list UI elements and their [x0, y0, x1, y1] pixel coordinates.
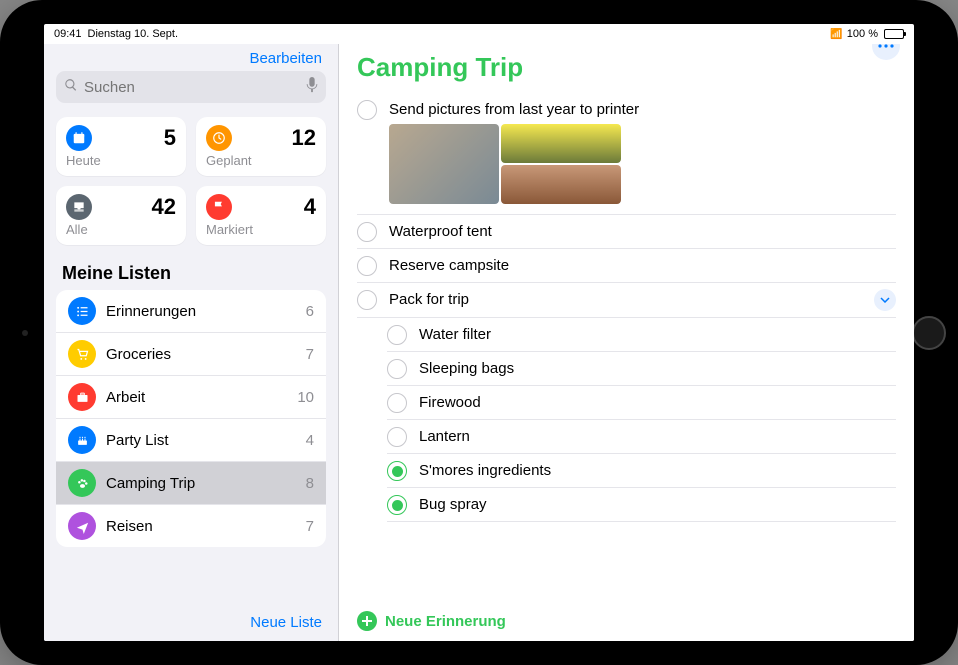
list-name: Party List	[106, 432, 296, 449]
list-row[interactable]: Camping Trip 8	[56, 462, 326, 505]
briefcase-icon	[68, 383, 96, 411]
reminder-checkbox[interactable]	[387, 461, 407, 481]
list-count: 8	[306, 475, 314, 492]
reminder-checkbox[interactable]	[387, 495, 407, 515]
reminder-row[interactable]: Lantern	[387, 420, 896, 454]
list-count: 7	[306, 518, 314, 535]
list-count: 4	[306, 432, 314, 449]
smart-card-markiert[interactable]: 4 Markiert	[196, 186, 326, 245]
reminder-row[interactable]: Bug spray	[387, 488, 896, 522]
battery-percent: 100 %	[847, 28, 878, 40]
search-icon	[64, 78, 78, 97]
lists-header: Meine Listen	[56, 261, 326, 290]
sidebar: Bearbeiten 5 Heute 12 Gepla	[44, 44, 339, 641]
wifi-icon	[830, 28, 842, 40]
list-icon	[68, 297, 96, 325]
list-name: Camping Trip	[106, 475, 296, 492]
reminder-text: Send pictures from last year to printer	[389, 99, 896, 120]
reminder-text: Bug spray	[419, 494, 896, 515]
reminder-checkbox[interactable]	[357, 222, 377, 242]
list-row[interactable]: Arbeit 10	[56, 376, 326, 419]
main-panel: Camping Trip Send pictures from last yea…	[339, 44, 914, 641]
list-row[interactable]: Erinnerungen 6	[56, 290, 326, 333]
reminder-checkbox[interactable]	[387, 393, 407, 413]
front-camera	[22, 330, 28, 336]
image-thumb[interactable]	[389, 124, 499, 204]
clock-icon	[206, 125, 232, 151]
reminder-row[interactable]: S'mores ingredients	[387, 454, 896, 488]
reminder-row[interactable]: Send pictures from last year to printer	[357, 93, 896, 215]
list-name: Arbeit	[106, 389, 287, 406]
home-button[interactable]	[912, 316, 946, 350]
reminder-checkbox[interactable]	[357, 256, 377, 276]
smart-label: Geplant	[206, 153, 316, 168]
list-row[interactable]: Groceries 7	[56, 333, 326, 376]
reminder-text: Firewood	[419, 392, 896, 413]
expand-button[interactable]	[874, 289, 896, 311]
plane-icon	[68, 512, 96, 540]
list-name: Groceries	[106, 346, 296, 363]
status-bar: 09:41 Dienstag 10. Sept. 100 %	[44, 24, 914, 44]
smart-card-geplant[interactable]: 12 Geplant	[196, 117, 326, 176]
reminder-text: Sleeping bags	[419, 358, 896, 379]
new-reminder-button[interactable]: Neue Erinnerung	[339, 601, 914, 641]
paw-icon	[68, 469, 96, 497]
reminder-row[interactable]: Sleeping bags	[387, 352, 896, 386]
plus-circle-icon	[357, 611, 377, 631]
reminder-checkbox[interactable]	[357, 290, 377, 310]
flag-icon	[206, 194, 232, 220]
image-thumb[interactable]	[501, 124, 621, 204]
reminder-row[interactable]: Water filter	[387, 318, 896, 352]
reminder-text: Water filter	[419, 324, 896, 345]
reminder-checkbox[interactable]	[387, 427, 407, 447]
reminder-checkbox[interactable]	[387, 325, 407, 345]
smart-count: 4	[304, 194, 316, 220]
list-count: 7	[306, 346, 314, 363]
new-list-button[interactable]: Neue Liste	[250, 614, 322, 631]
inbox-icon	[66, 194, 92, 220]
reminder-checkbox[interactable]	[357, 100, 377, 120]
reminder-row[interactable]: Waterproof tent	[357, 215, 896, 249]
smart-card-heute[interactable]: 5 Heute	[56, 117, 186, 176]
list-row[interactable]: Reisen 7	[56, 505, 326, 547]
reminder-images[interactable]	[389, 124, 896, 204]
smart-label: Markiert	[206, 222, 316, 237]
cart-icon	[68, 340, 96, 368]
smart-count: 5	[164, 125, 176, 151]
reminder-row[interactable]: Pack for trip	[357, 283, 896, 318]
smart-card-alle[interactable]: 42 Alle	[56, 186, 186, 245]
smart-label: Alle	[66, 222, 176, 237]
reminder-text: Lantern	[419, 426, 896, 447]
mic-icon[interactable]	[306, 77, 318, 98]
list-count: 10	[297, 389, 314, 406]
reminder-row[interactable]: Firewood	[387, 386, 896, 420]
battery-icon	[884, 29, 904, 39]
cake-icon	[68, 426, 96, 454]
search-field[interactable]	[56, 71, 326, 103]
list-count: 6	[306, 303, 314, 320]
reminder-checkbox[interactable]	[387, 359, 407, 379]
status-time: 09:41	[54, 28, 82, 40]
list-row[interactable]: Party List 4	[56, 419, 326, 462]
edit-button[interactable]: Bearbeiten	[249, 50, 322, 67]
search-input[interactable]	[84, 79, 300, 96]
new-reminder-label: Neue Erinnerung	[385, 613, 506, 630]
list-name: Reisen	[106, 518, 296, 535]
smart-count: 12	[292, 125, 316, 151]
reminder-row[interactable]: Reserve campsite	[357, 249, 896, 283]
list-name: Erinnerungen	[106, 303, 296, 320]
reminder-text: Pack for trip	[389, 289, 862, 310]
smart-label: Heute	[66, 153, 176, 168]
calendar-icon	[66, 125, 92, 151]
list-title: Camping Trip	[339, 44, 914, 93]
smart-count: 42	[152, 194, 176, 220]
reminder-text: S'mores ingredients	[419, 460, 896, 481]
reminder-text: Reserve campsite	[389, 255, 896, 276]
status-date: Dienstag 10. Sept.	[88, 28, 179, 40]
reminder-text: Waterproof tent	[389, 221, 896, 242]
